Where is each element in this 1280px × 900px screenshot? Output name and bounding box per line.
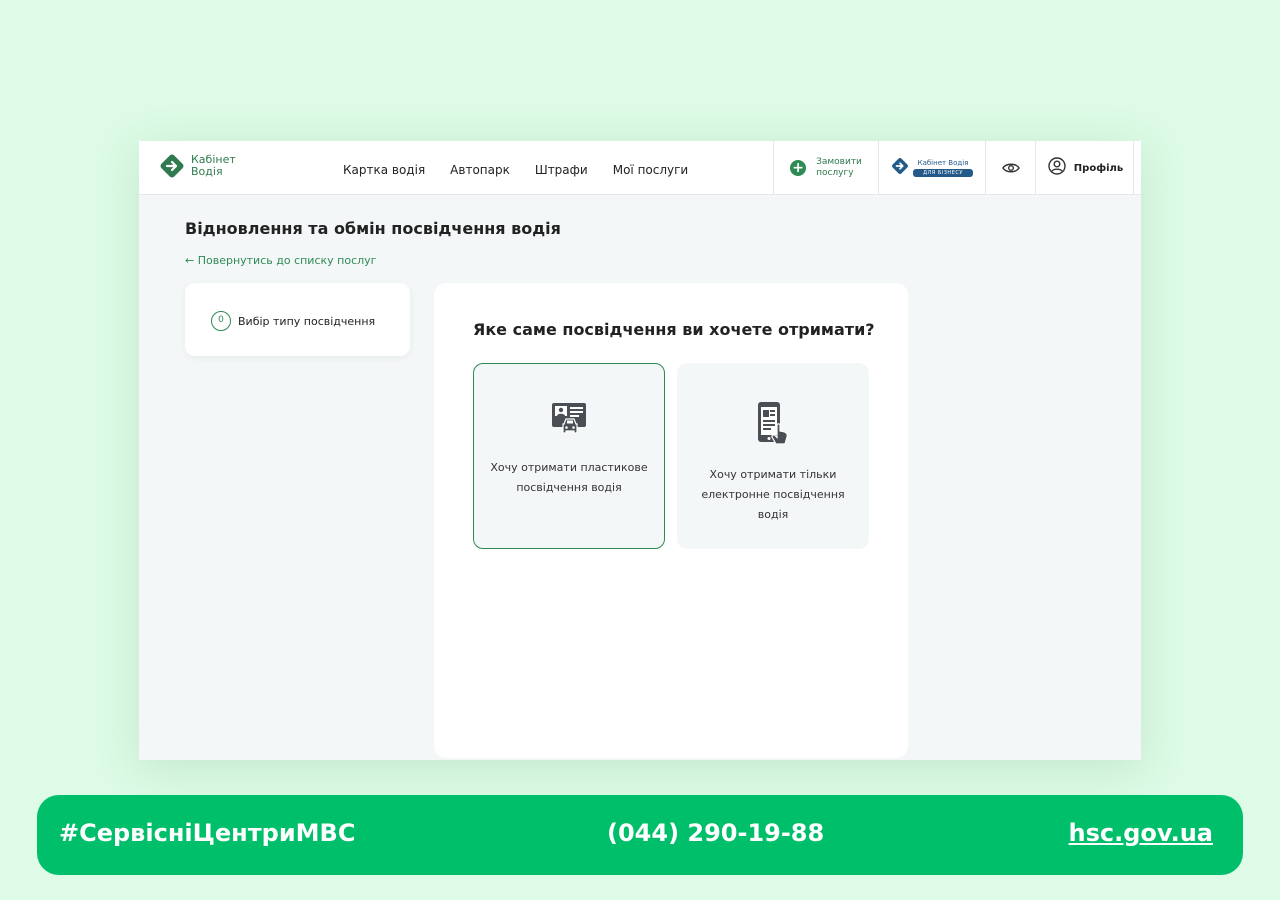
profile-button[interactable]: Профіль (1035, 141, 1135, 195)
nav-item-my-services[interactable]: Мої послуги (613, 163, 689, 177)
footer-site-link[interactable]: hsc.gov.ua (1069, 819, 1213, 847)
main-nav: Картка водія Автопарк Штрафи Мої послуги (343, 163, 713, 177)
logo[interactable]: Кабінет Водія (159, 153, 236, 179)
nav-item-driver-card[interactable]: Картка водія (343, 163, 425, 177)
step-number: 0 (211, 311, 231, 331)
topbar-edge (1133, 141, 1141, 195)
phone-license-icon (755, 401, 791, 451)
option-electronic-license[interactable]: Хочу отримати тільки електронне посвідче… (677, 363, 869, 549)
accessibility-button[interactable] (985, 141, 1035, 195)
step-label: Вибір типу посвідчення (238, 314, 376, 328)
option-plastic-label: Хочу отримати пластикове посвідчення вод… (490, 461, 648, 494)
footer-banner: #СервісніЦентриМВС (044) 290-19-88 hsc.g… (37, 795, 1243, 875)
logo-line-2: Водія (191, 165, 223, 178)
nav-item-fines[interactable]: Штрафи (535, 163, 588, 177)
back-to-services-link[interactable]: ← Повернутись до списку послуг (185, 254, 376, 267)
order-service-button[interactable]: + Замовити послугу (773, 141, 878, 195)
business-badge: ДЛЯ БІЗНЕСУ (913, 169, 973, 177)
plastic-license-icon (551, 402, 587, 444)
business-cabinet-title: Кабінет Водія (917, 159, 969, 167)
license-type-card: Яке саме посвідчення ви хочете отримати? (434, 283, 908, 758)
step-item[interactable]: 0 Вибір типу посвідчення (211, 311, 375, 331)
page-title: Відновлення та обмін посвідчення водія (185, 219, 561, 238)
eye-icon (1001, 159, 1020, 178)
order-line-2: послугу (816, 168, 854, 178)
nav-item-fleet[interactable]: Автопарк (450, 163, 510, 177)
order-service-label: Замовити послугу (816, 157, 862, 179)
user-circle-icon (1048, 157, 1066, 179)
plus-circle-icon: + (790, 160, 807, 176)
steps-panel: 0 Вибір типу посвідчення (185, 283, 410, 356)
option-plastic-license[interactable]: Хочу отримати пластикове посвідчення вод… (473, 363, 665, 549)
logo-text: Кабінет Водія (191, 154, 236, 178)
profile-label: Профіль (1073, 162, 1124, 174)
footer-phone: (044) 290-19-88 (607, 819, 825, 847)
arrow-diamond-icon (159, 153, 185, 179)
business-cabinet-button[interactable]: Кабінет Водія ДЛЯ БІЗНЕСУ (878, 141, 985, 195)
app-window: Кабінет Водія Картка водія Автопарк Штра… (139, 141, 1141, 760)
question-heading: Яке саме посвідчення ви хочете отримати? (473, 320, 875, 339)
order-line-1: Замовити (816, 157, 862, 167)
arrow-diamond-icon (891, 157, 909, 179)
business-cabinet-label: Кабінет Водія ДЛЯ БІЗНЕСУ (913, 159, 973, 177)
option-electronic-label: Хочу отримати тільки електронне посвідче… (701, 468, 845, 521)
top-navigation-bar: Кабінет Водія Картка водія Автопарк Штра… (139, 141, 1141, 195)
footer-hashtag: #СервісніЦентриМВС (59, 819, 356, 847)
